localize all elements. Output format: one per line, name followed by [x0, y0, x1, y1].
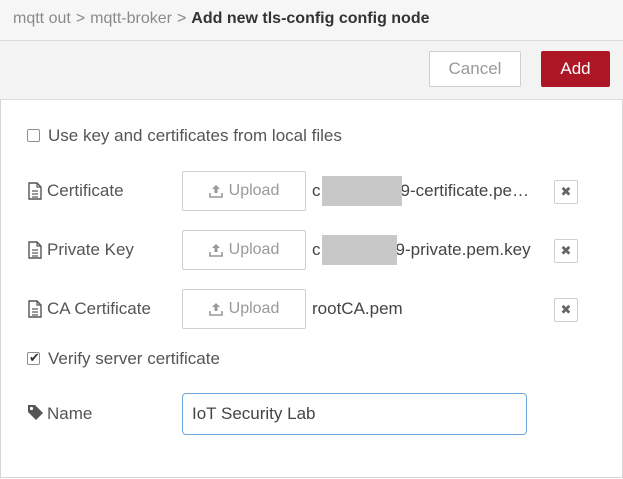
breadcrumb-item-mqtt-broker[interactable]: mqtt-broker	[90, 10, 172, 27]
breadcrumb-separator: >	[75, 10, 86, 27]
verify-server-checkbox[interactable]: ✔	[27, 350, 40, 365]
breadcrumb-separator: >	[176, 10, 187, 27]
ca-certificate-upload-button[interactable]: Upload	[182, 289, 306, 329]
page-title: Add new tls-config config node	[191, 10, 430, 27]
tag-icon	[28, 405, 43, 420]
certificate-label: Certificate	[47, 181, 124, 200]
verify-server-row: ✔ Verify server certificate	[0, 345, 623, 373]
remove-icon: ✖	[560, 302, 572, 317]
ca-certificate-label: CA Certificate	[47, 299, 151, 318]
dialog-toolbar: Cancel Add	[0, 41, 623, 100]
remove-icon: ✖	[560, 243, 572, 258]
name-label: Name	[47, 404, 93, 423]
ca-certificate-row: CA Certificate Upload rootCA.pem ✖	[0, 288, 623, 330]
certificate-remove-button[interactable]: ✖	[554, 180, 578, 204]
upload-label: Upload	[228, 241, 280, 258]
certificate-upload-button[interactable]: Upload	[182, 171, 306, 211]
filename-suffix: 9-certificate.pe…	[400, 181, 530, 200]
filename-prefix: c	[312, 240, 321, 259]
private-key-row: Private Key Upload c 9-private.pem.key ✖	[0, 229, 623, 271]
redacted-block	[322, 235, 397, 265]
upload-label: Upload	[228, 182, 280, 199]
upload-icon	[208, 244, 223, 257]
file-icon	[28, 182, 42, 200]
add-button[interactable]: Add	[541, 51, 610, 87]
local-files-checkbox[interactable]	[27, 129, 40, 142]
private-key-remove-button[interactable]: ✖	[554, 239, 578, 263]
ca-certificate-filename: rootCA.pem	[312, 299, 403, 318]
redacted-block	[322, 176, 402, 206]
verify-server-label: Verify server certificate	[48, 349, 220, 368]
breadcrumb: mqtt out > mqtt-broker > Add new tls-config …	[0, 0, 623, 41]
filename-prefix: c	[312, 181, 321, 200]
private-key-label: Private Key	[47, 240, 134, 259]
upload-icon	[208, 303, 223, 316]
check-icon: ✔	[29, 350, 40, 365]
ca-certificate-remove-button[interactable]: ✖	[554, 298, 578, 322]
local-files-row: Use key and certificates from local file…	[0, 122, 623, 150]
local-files-label: Use key and certificates from local file…	[48, 126, 342, 145]
file-icon	[28, 300, 42, 318]
name-input[interactable]	[182, 393, 527, 435]
private-key-upload-button[interactable]: Upload	[182, 230, 306, 270]
upload-icon	[208, 185, 223, 198]
cancel-button[interactable]: Cancel	[429, 51, 521, 87]
upload-label: Upload	[228, 300, 280, 317]
certificate-row: Certificate Upload c 9-certificate.pe… ✖	[0, 170, 623, 212]
filename-suffix: 9-private.pem.key	[395, 240, 531, 259]
breadcrumb-item-mqtt-out[interactable]: mqtt out	[13, 10, 71, 27]
file-icon	[28, 241, 42, 259]
remove-icon: ✖	[560, 184, 572, 199]
